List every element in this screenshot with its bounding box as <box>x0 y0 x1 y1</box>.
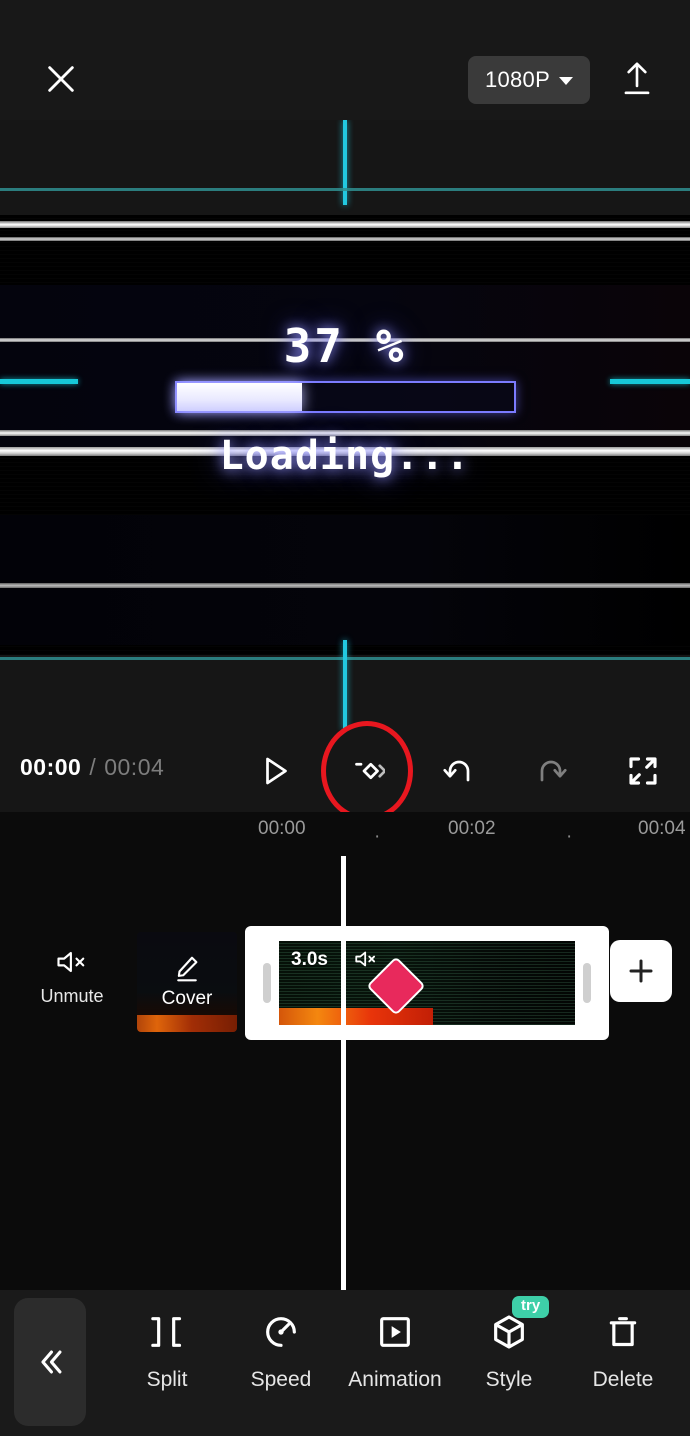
ruler-dot: · <box>566 826 573 847</box>
clip-thumbnail: 3.0s <box>279 941 575 1025</box>
resolution-label: 1080P <box>484 67 551 92</box>
ruler-tick: 00:04 <box>638 818 686 839</box>
redo-icon <box>540 760 567 782</box>
cyan-accent-right <box>610 379 690 384</box>
tool-delete[interactable]: Delete <box>568 1304 678 1392</box>
total-time: 00:04 <box>104 754 165 780</box>
add-clip-button[interactable] <box>610 940 672 1002</box>
close-icon <box>48 66 74 92</box>
undo-button[interactable] <box>438 750 480 792</box>
plus-icon <box>629 959 653 983</box>
resolution-selector[interactable]: 1080P <box>468 56 590 104</box>
tool-animation[interactable]: Animation <box>340 1304 450 1392</box>
loading-progress-bar <box>175 381 516 413</box>
speaker-muted-icon <box>355 951 376 967</box>
video-clip[interactable]: 3.0s <box>245 926 609 1040</box>
loading-percent-text: 37 % <box>283 319 407 373</box>
alignment-guide-vertical-bottom <box>343 640 347 730</box>
chevron-down-icon <box>559 77 574 85</box>
chevron-double-left-icon <box>41 1350 62 1374</box>
ruler-tick: 00:02 <box>448 818 496 839</box>
tool-label: Speed <box>250 1368 312 1391</box>
trash-icon <box>603 1310 643 1354</box>
tool-label: Style <box>485 1368 533 1391</box>
ruler-dot: · <box>374 826 381 847</box>
fullscreen-button[interactable] <box>622 750 664 792</box>
cyan-accent-left <box>0 379 78 384</box>
tool-style[interactable]: try Style <box>454 1296 564 1392</box>
try-badge: try <box>512 1296 550 1318</box>
pencil-icon <box>177 956 198 982</box>
glitch-scanline <box>0 237 690 241</box>
alignment-guide-vertical-top <box>343 120 347 205</box>
clip-mute-indicator <box>353 949 379 974</box>
timeline-playhead[interactable] <box>341 856 346 1290</box>
player-buttons <box>254 721 672 821</box>
timeline-panel[interactable]: 00:00 · 00:02 · 00:04 Unmute Cover 3.0s <box>0 812 690 1290</box>
play-icon <box>266 757 287 785</box>
speed-icon <box>261 1310 301 1354</box>
redo-button[interactable] <box>530 750 572 792</box>
keyframe-icon <box>355 762 385 780</box>
tool-label: Delete <box>592 1368 654 1391</box>
loading-label: Loading... <box>219 433 471 479</box>
upload-icon <box>624 62 650 95</box>
current-time: 00:00 <box>20 754 82 780</box>
glitch-scanline <box>0 221 690 228</box>
export-button[interactable] <box>614 55 660 103</box>
loading-progress-fill <box>177 383 302 411</box>
play-button[interactable] <box>254 750 296 792</box>
split-icon <box>147 1310 187 1354</box>
unmute-label: Unmute <box>40 986 104 1006</box>
timeline-ruler[interactable]: 00:00 · 00:02 · 00:04 <box>0 812 690 852</box>
undo-icon <box>443 760 470 782</box>
top-bar: 1080P <box>0 0 690 120</box>
unmute-button[interactable]: Unmute <box>30 948 114 1007</box>
clip-trim-handle-left[interactable] <box>263 963 271 1003</box>
video-preview-stage[interactable]: 37 % Loading... <box>0 120 690 730</box>
cover-button[interactable]: Cover <box>137 932 237 1032</box>
speaker-muted-icon <box>57 951 85 973</box>
video-frame: 37 % Loading... <box>0 215 690 655</box>
fullscreen-icon <box>629 757 657 785</box>
video-tint-lower <box>0 515 690 645</box>
tool-label: Animation <box>348 1368 442 1391</box>
close-button[interactable] <box>38 56 84 102</box>
tool-split[interactable]: Split <box>112 1304 222 1392</box>
clip-trim-handle-right[interactable] <box>583 963 591 1003</box>
video-editor-screen: 1080P 37 % Loading... 00:00 / 00:04 00:0… <box>0 0 690 1436</box>
alignment-guide-horizontal-top <box>0 188 690 191</box>
tool-list: Split Speed Animation try Style Delete <box>110 1296 680 1422</box>
cover-label: Cover <box>161 988 213 1009</box>
time-readout: 00:00 / 00:04 <box>20 754 164 781</box>
tool-speed[interactable]: Speed <box>226 1304 336 1392</box>
time-separator: / <box>89 754 97 780</box>
animation-icon <box>375 1310 415 1354</box>
player-control-bar: 00:00 / 00:04 <box>0 721 690 821</box>
bottom-toolbar: Split Speed Animation try Style Delete <box>0 1290 690 1436</box>
collapse-toolbar-button[interactable] <box>14 1298 86 1426</box>
tool-label: Split <box>146 1368 188 1391</box>
ruler-tick: 00:00 <box>258 818 306 839</box>
keyframe-button[interactable] <box>321 721 413 821</box>
clip-duration-label: 3.0s <box>291 949 328 970</box>
